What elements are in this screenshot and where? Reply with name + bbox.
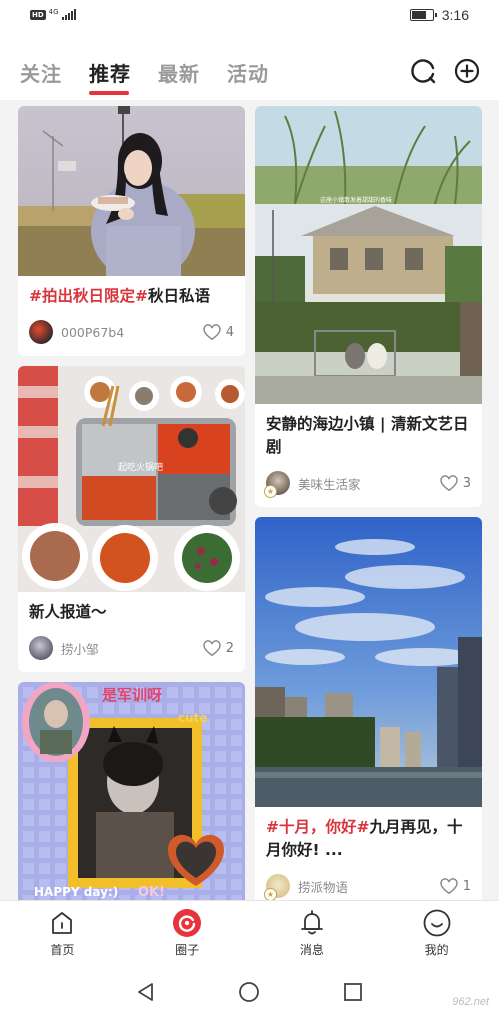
clock: 3:16 xyxy=(441,7,469,23)
nav-profile-label: 我的 xyxy=(424,943,449,957)
top-bar: 关注 推荐 最新 活动 xyxy=(0,32,499,100)
collage-badge-ok: OK! xyxy=(138,885,165,900)
post-title-text: 秋日私语 xyxy=(147,287,210,305)
post-card[interactable]: 起吃火锅吧 新人报道～ 捞小邹 2 xyxy=(18,366,245,672)
post-title: 安静的海边小镇 | 清新文艺日剧 xyxy=(255,404,482,459)
post-meta: ★ 捞派物语 1 xyxy=(255,862,482,900)
seaside-image-caption: 这座小镇散发着甜甜的香味 xyxy=(320,196,392,204)
author-name[interactable]: 捞小邹 xyxy=(61,639,203,658)
network-type: 4G xyxy=(48,7,59,16)
back-icon[interactable] xyxy=(135,981,157,1003)
author-name[interactable]: 美味生活家 xyxy=(298,474,440,493)
post-card[interactable]: 是军训呀 cute HAPPY day:) OK! xyxy=(18,682,245,900)
bell-icon xyxy=(300,910,323,935)
post-meta: 000P67b4 4 xyxy=(18,308,245,356)
heart-icon xyxy=(203,639,221,656)
author-name[interactable]: 捞派物语 xyxy=(298,877,440,896)
post-topic-tag[interactable]: #十月，你好# xyxy=(266,818,369,836)
post-image-hotpot: 起吃火锅吧 xyxy=(18,366,245,592)
post-title-text: 新人报道～ xyxy=(29,603,107,621)
watermark: 962.net xyxy=(452,996,489,1008)
heart-icon xyxy=(440,474,458,491)
add-icon[interactable] xyxy=(453,57,481,85)
smile-icon xyxy=(423,909,451,937)
avatar[interactable]: ★ xyxy=(264,471,290,498)
like-button[interactable]: 4 xyxy=(203,323,234,341)
heart-icon xyxy=(440,877,458,894)
like-count: 2 xyxy=(225,640,234,656)
post-card[interactable]: #拍出秋日限定#秋日私语 000P67b4 4 xyxy=(18,106,245,356)
avatar[interactable]: ★ xyxy=(264,874,290,900)
like-button[interactable]: 1 xyxy=(440,877,471,895)
home-icon xyxy=(52,912,73,934)
tab-events[interactable]: 活动 xyxy=(227,58,269,87)
status-bar: HD 4G 3:16 xyxy=(0,0,499,32)
crown-badge-icon: ★ xyxy=(264,485,277,498)
post-image-city-sky xyxy=(255,517,482,807)
feed-column-left: #拍出秋日限定#秋日私语 000P67b4 4 起吃火锅吧 新人报道～ 捞小邹 … xyxy=(18,106,245,900)
search-icon[interactable] xyxy=(409,57,437,85)
avatar[interactable] xyxy=(29,320,53,344)
like-button[interactable]: 3 xyxy=(440,474,471,492)
nav-home[interactable]: 首页 xyxy=(0,901,125,964)
crown-badge-icon: ★ xyxy=(264,888,277,900)
nav-messages-label: 消息 xyxy=(299,943,324,957)
recents-icon[interactable] xyxy=(342,981,364,1003)
nav-circle-label: 圈子 xyxy=(175,943,200,957)
post-meta: 捞小邹 2 xyxy=(18,624,245,672)
signal-icon xyxy=(61,9,76,20)
post-title: #十月，你好#九月再见，十月你好! ... xyxy=(255,807,482,862)
post-image-seaside-town: 这座小镇散发着甜甜的香味 xyxy=(255,106,482,404)
tab-latest[interactable]: 最新 xyxy=(158,58,200,87)
system-nav-bar: 962.net xyxy=(0,964,499,1018)
like-count: 1 xyxy=(462,878,471,894)
circle-active-icon xyxy=(173,909,202,937)
tab-following[interactable]: 关注 xyxy=(20,58,62,87)
nav-circle[interactable]: 圈子 xyxy=(125,901,250,964)
avatar[interactable] xyxy=(29,636,53,660)
heart-icon xyxy=(203,323,221,340)
post-title-text: 安静的海边小镇 | 清新文艺日剧 xyxy=(266,415,469,456)
like-button[interactable]: 2 xyxy=(203,639,234,657)
feed[interactable]: #拍出秋日限定#秋日私语 000P67b4 4 起吃火锅吧 新人报道～ 捞小邹 … xyxy=(0,100,499,900)
collage-badge-cute: cute xyxy=(178,711,208,725)
tab-recommended[interactable]: 推荐 xyxy=(89,58,131,95)
battery-icon xyxy=(409,9,437,21)
nav-messages[interactable]: 消息 xyxy=(250,901,375,964)
post-title: 新人报道～ xyxy=(18,592,245,624)
post-title: #拍出秋日限定#秋日私语 xyxy=(18,276,245,308)
collage-caption: 是军训呀 xyxy=(101,686,162,704)
bottom-nav: 首页 圈子 消息 我的 xyxy=(0,900,499,964)
home-circle-icon[interactable] xyxy=(238,981,260,1003)
post-card[interactable]: #十月，你好#九月再见，十月你好! ... ★ 捞派物语 1 xyxy=(255,517,482,900)
like-count: 3 xyxy=(462,475,471,491)
post-image-girl-cake xyxy=(18,106,245,276)
hd-badge: HD xyxy=(30,9,46,20)
post-card[interactable]: 这座小镇散发着甜甜的香味 安静的海边小镇 | 清新文艺日剧 ★ 美味生活家 3 xyxy=(255,106,482,507)
like-count: 4 xyxy=(225,324,234,340)
nav-profile[interactable]: 我的 xyxy=(374,901,499,964)
post-topic-tag[interactable]: #拍出秋日限定# xyxy=(29,287,148,305)
post-meta: ★ 美味生活家 3 xyxy=(255,459,482,507)
collage-badge-happy: HAPPY day:) xyxy=(34,885,118,899)
author-name[interactable]: 000P67b4 xyxy=(61,325,203,340)
nav-home-label: 首页 xyxy=(50,943,75,957)
hotpot-image-caption: 起吃火锅吧 xyxy=(118,461,163,473)
signal-indicators: HD 4G xyxy=(30,7,76,20)
post-image-military-collage: 是军训呀 cute HAPPY day:) OK! xyxy=(18,682,245,900)
feed-column-right: 这座小镇散发着甜甜的香味 安静的海边小镇 | 清新文艺日剧 ★ 美味生活家 3 … xyxy=(255,106,482,900)
feed-tabs: 关注 推荐 最新 活动 xyxy=(20,58,269,95)
